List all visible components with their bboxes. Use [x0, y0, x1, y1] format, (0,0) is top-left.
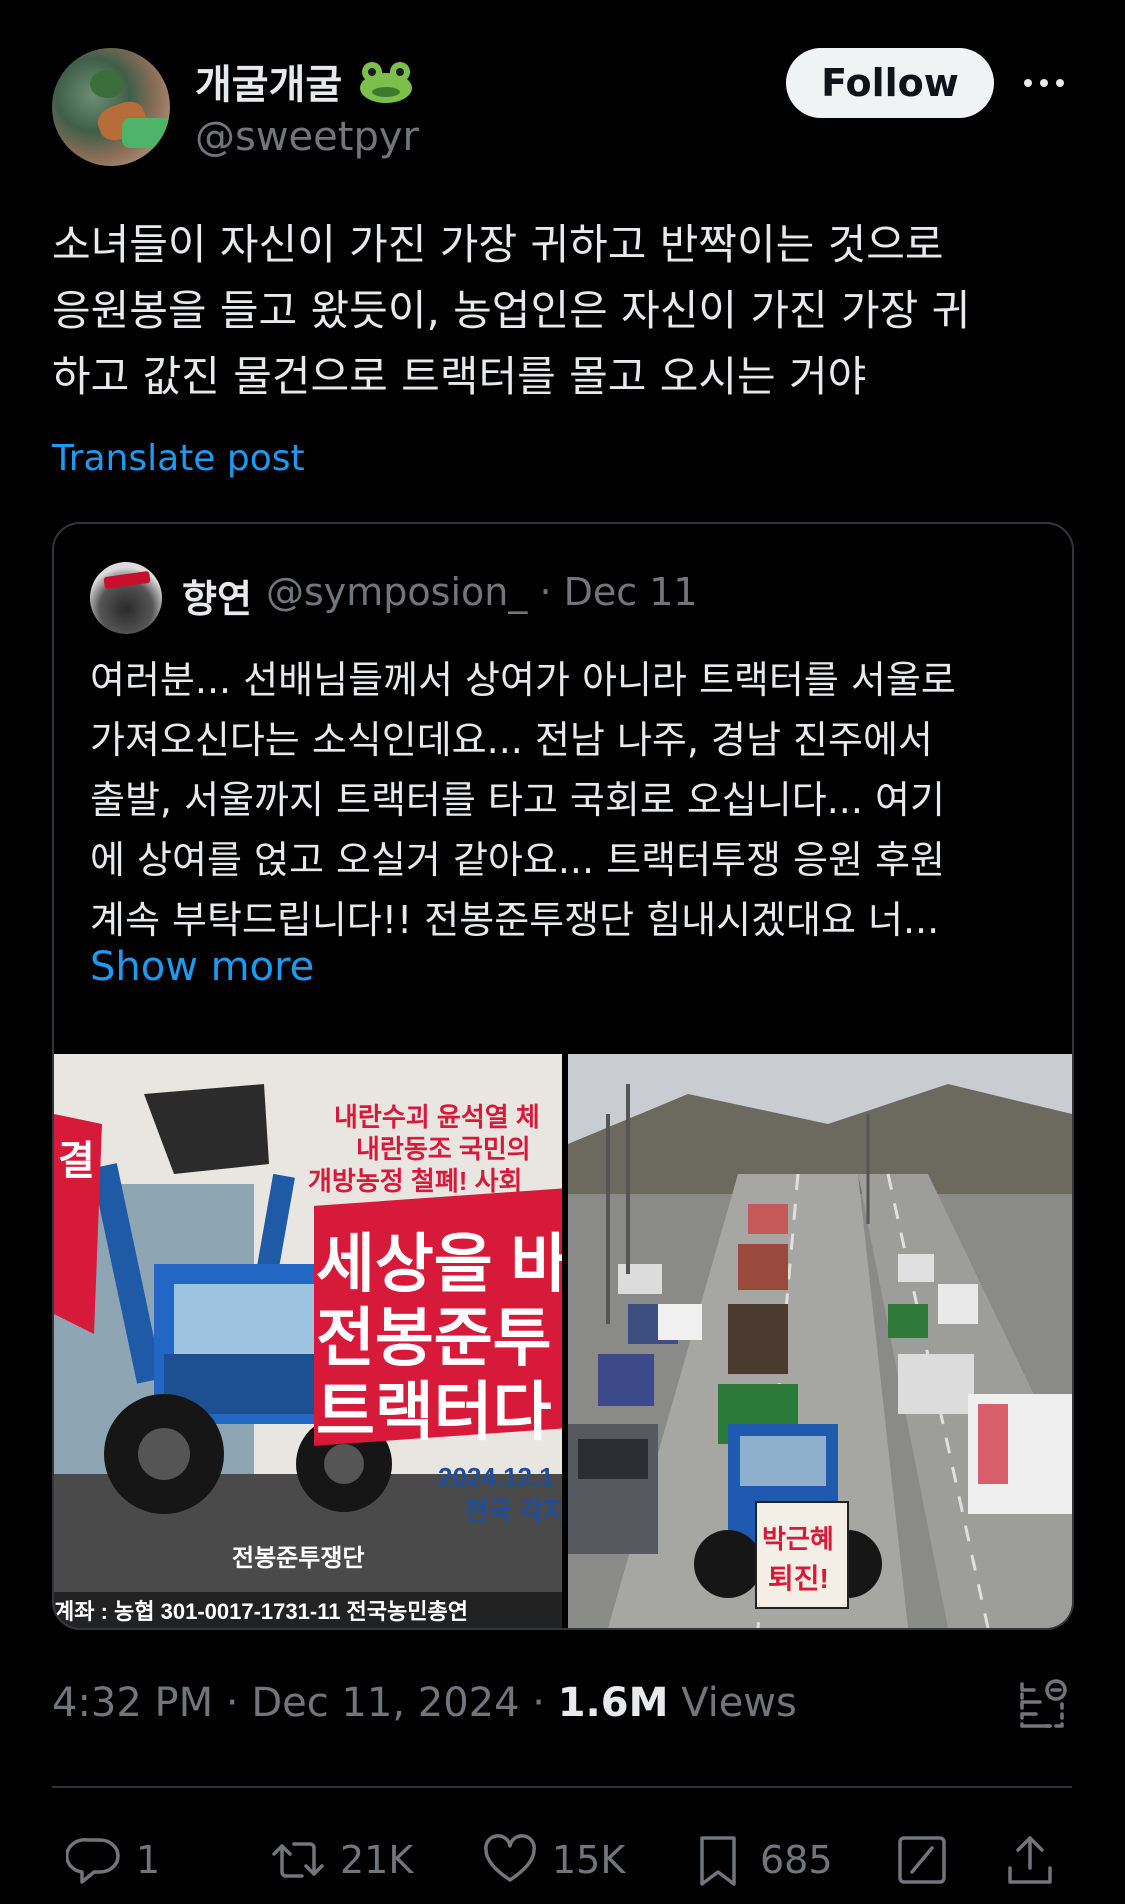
poster-headline-2: 전봉준투 [316, 1302, 552, 1374]
quote-text: 여러분... 선배님들께서 상여가 아니라 트랙터를 서울로 가져오신다는 소식… [90, 658, 956, 942]
views-label: Views [668, 1680, 797, 1726]
show-more-link[interactable]: Show more [90, 944, 314, 990]
poster-account: 계좌 : 농협 301-0017-1731-11 전국농민총연 [54, 1599, 468, 1624]
author-handle[interactable]: @sweetpyr [195, 114, 419, 160]
quote-author-avatar[interactable] [90, 562, 162, 634]
post-text: 소녀들이 자신이 가진 가장 귀하고 반짝이는 것으로 응원봉을 들고 왔듯이,… [52, 220, 971, 401]
poster-line-1: 내란수괴 윤석열 체 [334, 1102, 540, 1132]
repost-icon [272, 1842, 324, 1878]
repost-count: 21K [340, 1838, 414, 1882]
poster-line-3: 개방농정 철폐! 사회 [308, 1166, 522, 1196]
poster-sub: 전국 각지 [464, 1496, 562, 1526]
bookmark-button[interactable]: 685 [690, 1832, 833, 1888]
share-button[interactable] [1002, 1832, 1072, 1888]
post-timestamp[interactable]: 4:32 PM · Dec 11, 2024 · [52, 1680, 558, 1726]
sign-line-2: 퇴진! [768, 1563, 829, 1594]
post-meta: 4:32 PM · Dec 11, 2024 · 1.6M Views [52, 1680, 797, 1726]
poster-image[interactable]: 결 내란수괴 윤석열 체 내란동조 국민의 개방농정 철폐! 사회 세상을 바 … [54, 1054, 562, 1628]
grok-button[interactable] [894, 1832, 964, 1888]
post-analytics-icon[interactable] [1016, 1676, 1072, 1732]
share-upload-icon [1008, 1836, 1052, 1884]
bookmark-count: 685 [760, 1838, 833, 1882]
like-count: 15K [552, 1838, 626, 1882]
poster-date: 2024.12.1 [438, 1462, 554, 1492]
repost-button[interactable]: 21K [270, 1832, 413, 1888]
reply-count: 1 [136, 1838, 161, 1882]
reply-button[interactable]: 1 [66, 1832, 160, 1888]
author-name-text: 개굴개굴 [195, 62, 343, 108]
poster-line-2: 내란동조 국민의 [356, 1134, 531, 1164]
more-options-icon[interactable] [1020, 68, 1068, 98]
heart-icon [484, 1834, 536, 1882]
follow-button[interactable]: Follow [786, 48, 994, 118]
author-display-name[interactable]: 개굴개굴 [195, 52, 414, 110]
quoted-post-card[interactable]: 향연 @symposion_ · Dec 11 여러분... 선배님들께서 상여… [52, 522, 1074, 1630]
sign-line-1: 박근혜 [762, 1524, 834, 1554]
author-avatar[interactable] [52, 48, 170, 166]
quote-author-name: 향연 [182, 577, 252, 621]
grok-slash-icon [898, 1836, 946, 1884]
bookmark-icon [700, 1836, 736, 1886]
frog-face-icon [360, 62, 413, 103]
poster-headline-3: 트랙터다 [316, 1376, 552, 1448]
tractor-convoy-photo[interactable]: 박근혜 퇴진! [568, 1054, 1072, 1628]
poster-org: 전봉준투쟁단 [232, 1545, 364, 1572]
poster-flag-text: 결 [58, 1139, 95, 1183]
divider [52, 1786, 1072, 1788]
poster-headline-1: 세상을 바 [316, 1228, 562, 1300]
reply-icon [66, 1838, 120, 1884]
quote-handle-date: @symposion_ · Dec 11 [266, 570, 698, 614]
translate-post-link[interactable]: Translate post [52, 438, 305, 479]
like-button[interactable]: 15K [482, 1832, 625, 1888]
views-count: 1.6M [557, 1680, 669, 1726]
